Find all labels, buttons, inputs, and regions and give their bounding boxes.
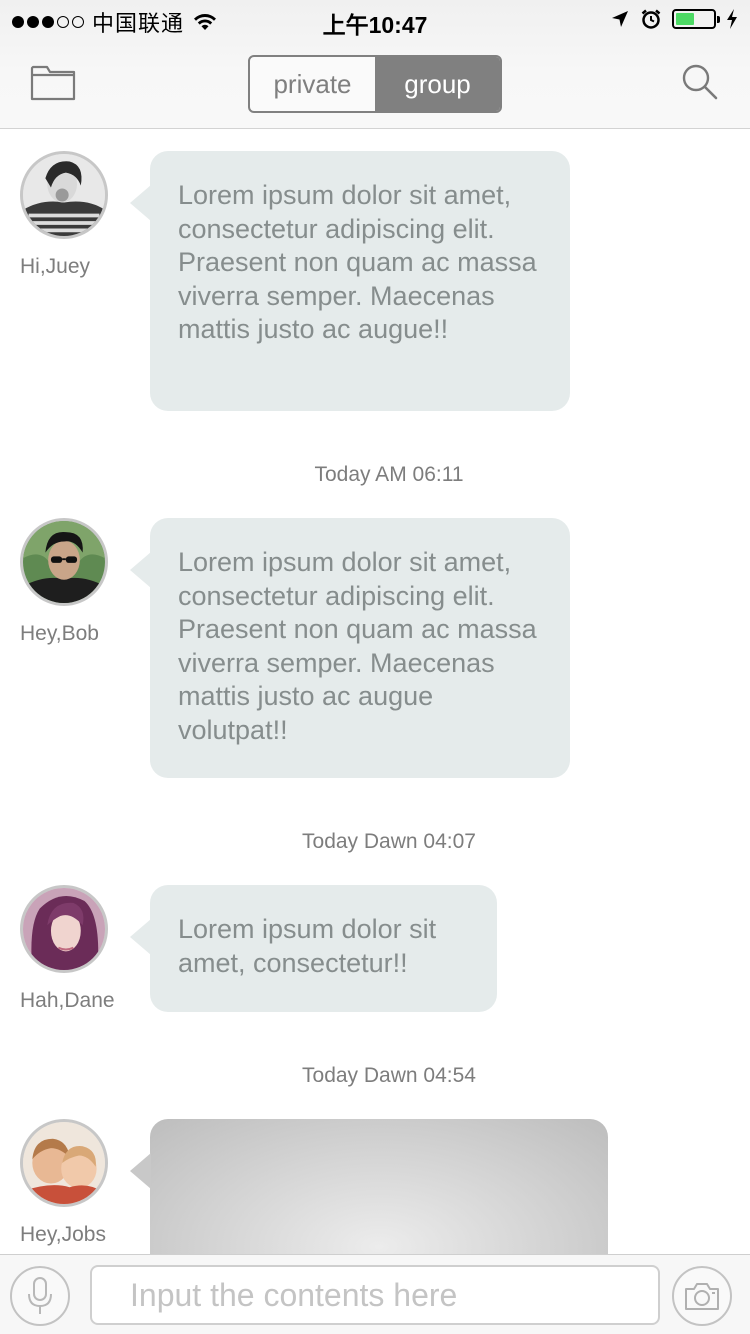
timestamp: Today Dawn 04:54: [302, 1064, 476, 1087]
avatar[interactable]: [20, 518, 108, 606]
sender-name: Hah,Dane: [20, 989, 115, 1012]
alarm-icon: [641, 9, 661, 29]
avatar[interactable]: [20, 151, 108, 239]
message-bubble[interactable]: Lorem ipsum dolor sit amet, consectetur …: [130, 518, 570, 778]
location-arrow-icon: [612, 11, 628, 27]
tab-private[interactable]: private: [250, 57, 375, 111]
sender-name: Hey,Jobs: [20, 1223, 106, 1246]
chat-screen: 中国联通 上午10:47 private group Hi,Juey Lorem…: [0, 0, 750, 1334]
microphone-icon: [28, 1277, 52, 1314]
private-group-segmented-control: private group: [248, 55, 502, 113]
avatar-dane-image: [23, 888, 105, 970]
folder-icon[interactable]: [30, 62, 76, 102]
avatar[interactable]: [20, 1119, 108, 1207]
sender-name: Hey,Bob: [20, 622, 99, 645]
sender-name: Hi,Juey: [20, 255, 91, 278]
search-icon[interactable]: [680, 62, 720, 102]
timestamp: Today AM 06:11: [314, 463, 464, 486]
avatar[interactable]: [20, 885, 108, 973]
message-bubble[interactable]: Lorem ipsum dolor sit amet, consectetur!…: [130, 885, 497, 1012]
message-input-bar: [0, 1254, 750, 1334]
tab-group[interactable]: group: [375, 57, 500, 111]
microphone-button[interactable]: [10, 1266, 70, 1326]
message-input[interactable]: [90, 1265, 660, 1325]
battery-icon: [672, 9, 720, 29]
avatar-jobs-image: [23, 1122, 105, 1204]
timestamp: Today Dawn 04:07: [302, 830, 476, 853]
camera-button[interactable]: [672, 1266, 732, 1326]
camera-icon: [685, 1283, 719, 1310]
top-bar: 中国联通 上午10:47 private group: [0, 0, 750, 129]
charging-bolt-icon: [727, 9, 737, 29]
message-bubble[interactable]: Lorem ipsum dolor sit amet, consectetur …: [130, 151, 570, 411]
avatar-juey-image: [23, 154, 105, 236]
status-bar: 中国联通 上午10:47: [0, 0, 750, 40]
status-right: [610, 8, 738, 30]
avatar-bob-image: [23, 521, 105, 603]
